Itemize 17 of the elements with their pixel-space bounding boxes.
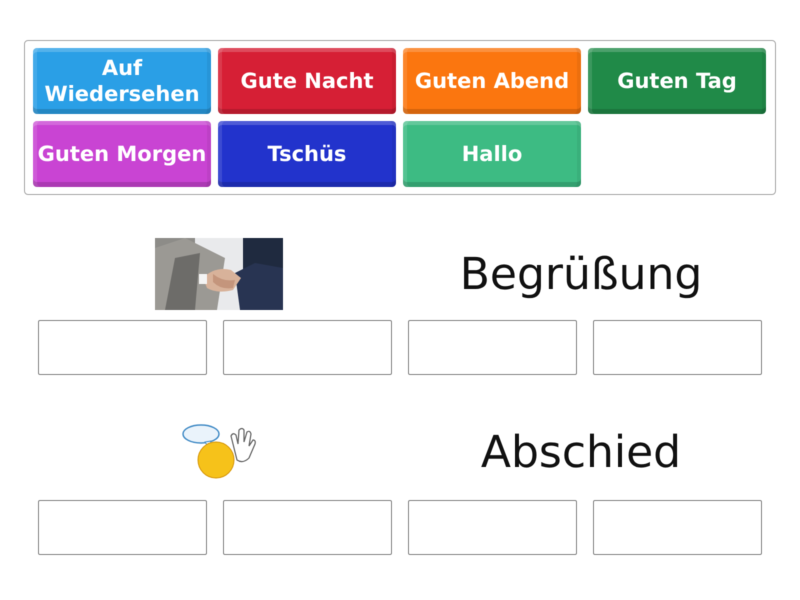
group-title: Abschied — [480, 426, 682, 478]
answer-tile[interactable]: Guten Tag — [588, 48, 766, 114]
drop-box[interactable] — [593, 320, 762, 375]
drop-box[interactable] — [408, 320, 577, 375]
answer-tile[interactable]: Auf Wiedersehen — [33, 48, 211, 114]
answer-tile[interactable]: Guten Abend — [403, 48, 581, 114]
drop-box[interactable] — [38, 500, 207, 555]
group-title: Begrüßung — [460, 248, 702, 300]
answer-tile[interactable]: Hallo — [403, 121, 581, 187]
drop-box[interactable] — [223, 500, 392, 555]
answer-tile[interactable]: Guten Morgen — [33, 121, 211, 187]
answer-tile[interactable]: Gute Nacht — [218, 48, 396, 114]
drop-box[interactable] — [223, 320, 392, 375]
drop-box[interactable] — [593, 500, 762, 555]
drop-box[interactable] — [408, 500, 577, 555]
drop-box[interactable] — [38, 320, 207, 375]
answer-tile[interactable]: Tschüs — [218, 121, 396, 187]
